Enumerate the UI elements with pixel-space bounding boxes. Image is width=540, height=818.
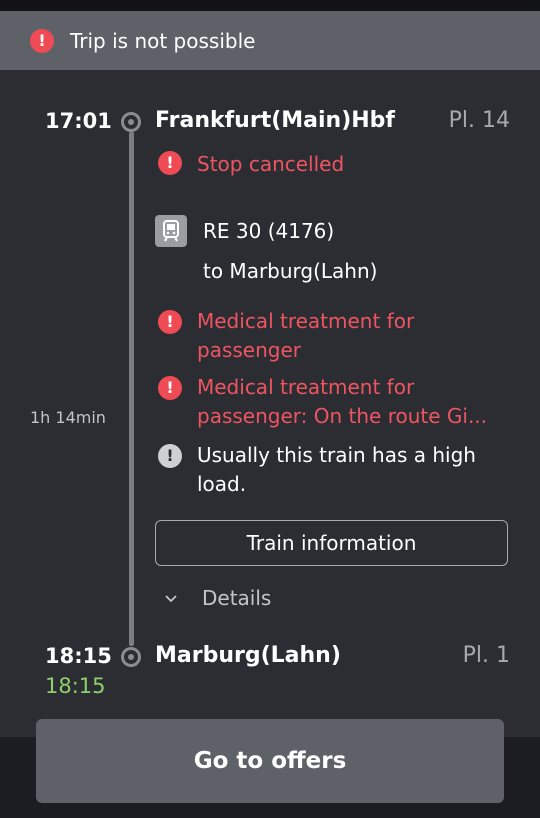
chevron-down-icon: [162, 589, 180, 607]
train-name: RE 30 (4176): [203, 219, 335, 243]
message-text: Medical treatment for passenger: [197, 309, 415, 362]
arrival-node-icon: [121, 647, 141, 667]
message-row: ! Medical treatment for passenger: [158, 307, 498, 365]
route-line: [129, 132, 134, 646]
message-text: Usually this train has a high load.: [197, 443, 476, 496]
info-icon: !: [158, 444, 182, 468]
train-information-button[interactable]: Train information: [155, 520, 508, 566]
arrival-station: Marburg(Lahn): [155, 643, 341, 668]
trip-not-possible-banner: ! Trip is not possible: [0, 11, 540, 70]
stop-cancelled-row: ! Stop cancelled: [158, 151, 344, 177]
train-destination: to Marburg(Lahn): [203, 259, 378, 283]
departure-time: 17:01: [45, 109, 112, 133]
departure-station: Frankfurt(Main)Hbf: [155, 108, 395, 133]
train-icon: [155, 215, 187, 247]
departure-platform: Pl. 14: [448, 108, 510, 133]
error-icon: !: [30, 28, 54, 53]
message-row: ! Medical treatment for passenger: On th…: [158, 373, 498, 431]
arrival-realtime: 18:15: [45, 674, 106, 698]
stop-cancelled-text: Stop cancelled: [197, 152, 345, 176]
train-row: RE 30 (4176): [155, 215, 334, 247]
error-icon: !: [158, 376, 182, 400]
error-icon: !: [158, 310, 182, 334]
details-label: Details: [202, 586, 272, 610]
details-toggle[interactable]: Details: [162, 586, 271, 610]
trip-duration: 1h 14min: [30, 408, 106, 427]
error-icon: !: [158, 151, 182, 175]
arrival-time: 18:15: [45, 644, 112, 668]
arrival-platform: Pl. 1: [462, 643, 510, 668]
go-to-offers-button[interactable]: Go to offers: [36, 719, 504, 803]
banner-text: Trip is not possible: [70, 28, 256, 53]
message-row: ! Usually this train has a high load.: [158, 441, 498, 499]
top-strip: [0, 0, 540, 11]
message-text: Medical treatment for passenger: On the …: [197, 375, 488, 428]
departure-node-icon: [121, 112, 141, 132]
